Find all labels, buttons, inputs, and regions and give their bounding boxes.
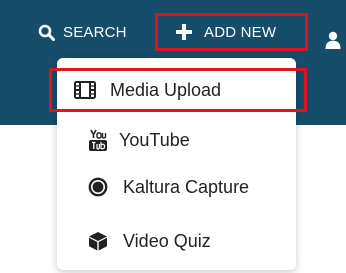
cube-icon (87, 230, 109, 252)
search-icon (38, 24, 55, 41)
menu-item-media-upload[interactable]: Media Upload (49, 68, 307, 112)
search-label: SEARCH (63, 23, 127, 41)
user-menu-button[interactable] (325, 21, 341, 59)
menu-item-label: Kaltura Capture (123, 176, 250, 197)
film-icon (74, 79, 96, 101)
add-new-button[interactable]: ADD NEW (155, 13, 308, 51)
menu-item-youtube[interactable]: YouTube (57, 118, 296, 162)
menu-item-label: YouTube (119, 129, 190, 150)
youtube-icon (87, 129, 109, 151)
search-button[interactable]: SEARCH (38, 13, 127, 51)
menu-item-label: Media Upload (110, 79, 222, 100)
menu-item-label: Video Quiz (123, 230, 211, 251)
record-icon (87, 176, 109, 198)
plus-icon (176, 24, 192, 40)
user-icon (325, 31, 341, 49)
menu-item-video-quiz[interactable]: Video Quiz (57, 219, 296, 263)
add-new-label: ADD NEW (204, 23, 277, 41)
add-new-dropdown-menu: Media Upload YouTube Kaltura Capture Vid… (49, 58, 307, 270)
menu-item-kaltura-capture[interactable]: Kaltura Capture (57, 165, 296, 209)
